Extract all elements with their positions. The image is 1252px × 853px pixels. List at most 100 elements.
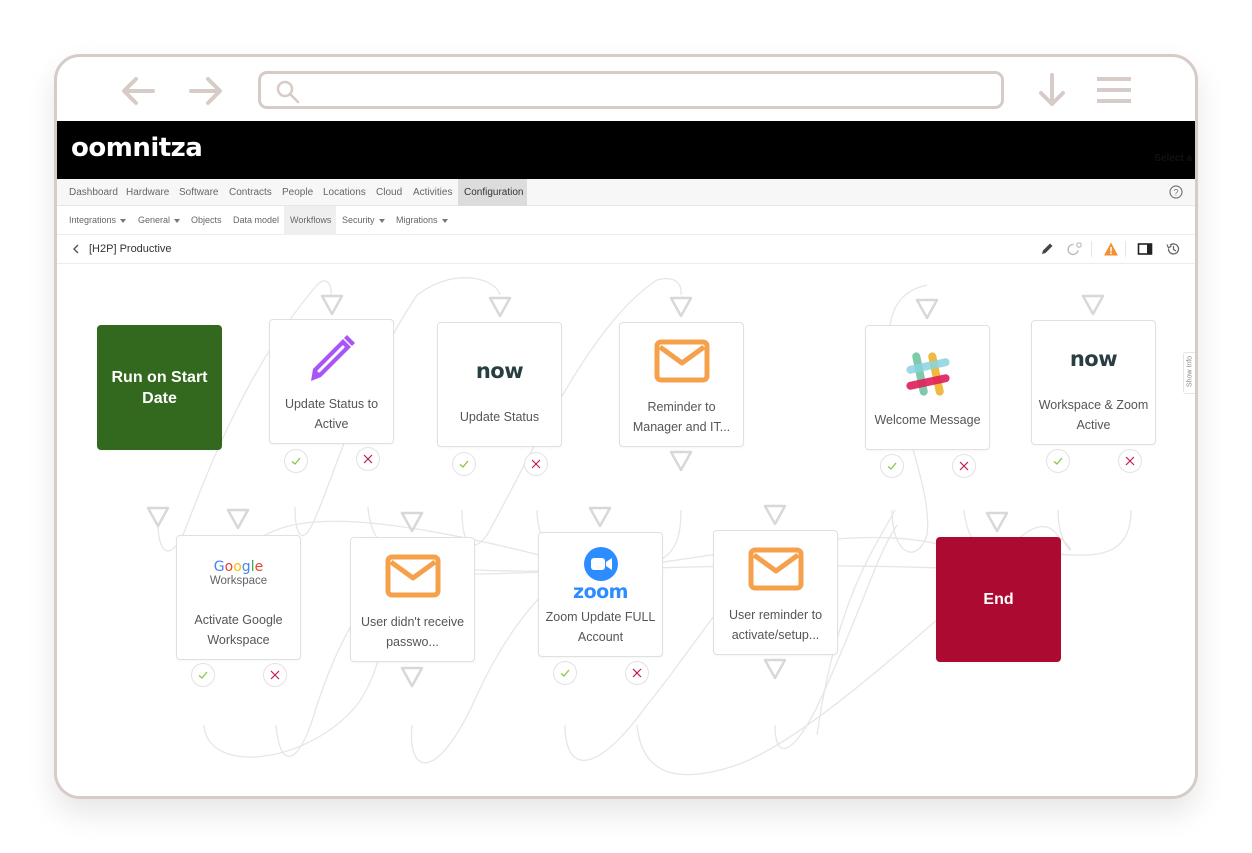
workflow-title: [H2P] Productive <box>89 243 172 255</box>
schedule-icon[interactable] <box>1067 241 1083 257</box>
check-icon <box>459 460 469 468</box>
x-icon <box>531 459 541 469</box>
subnav-integrations[interactable]: Integrations <box>63 206 132 235</box>
output-port[interactable] <box>762 657 788 681</box>
success-port[interactable] <box>452 452 476 476</box>
success-port[interactable] <box>284 449 308 473</box>
nav-dashboard[interactable]: Dashboard <box>63 179 124 206</box>
success-port[interactable] <box>191 663 215 687</box>
caret-down-icon <box>378 218 385 223</box>
check-icon <box>198 671 208 679</box>
hamburger-menu-icon[interactable] <box>1095 75 1133 105</box>
url-input[interactable] <box>311 78 991 102</box>
url-bar[interactable] <box>258 71 1004 109</box>
workflow-node-update-status[interactable]: now Update Status <box>437 322 562 447</box>
main-nav: Dashboard Hardware Software Contracts Pe… <box>57 179 1195 206</box>
nav-contracts[interactable]: Contracts <box>223 179 278 206</box>
input-port[interactable] <box>762 503 788 527</box>
node-label: Activate Google Workspace <box>194 612 283 647</box>
header-select-hint[interactable]: Select a p <box>1154 153 1195 164</box>
workflow-node-update-status-active[interactable]: Update Status to Active <box>269 319 394 444</box>
mail-icon <box>748 541 804 597</box>
nav-cloud[interactable]: Cloud <box>370 179 408 206</box>
workflow-node-activate-google-workspace[interactable]: Google Workspace Activate Google Workspa… <box>176 535 301 660</box>
workflow-titlebar: [H2P] Productive <box>57 235 1195 264</box>
toolbar-divider <box>1091 241 1092 257</box>
failure-port[interactable] <box>356 447 380 471</box>
subnav-objects[interactable]: Objects <box>185 206 228 235</box>
subnav-security[interactable]: Security <box>336 206 391 235</box>
input-port[interactable] <box>668 295 694 319</box>
input-port[interactable] <box>1080 293 1106 317</box>
check-icon <box>887 462 897 470</box>
mail-icon <box>654 333 710 389</box>
workflow-canvas[interactable]: Run on Start Date Update Status to Activ… <box>57 265 1195 796</box>
input-port[interactable] <box>319 293 345 317</box>
show-info-tab[interactable]: Show Info <box>1183 352 1195 394</box>
arrow-down-icon[interactable] <box>1035 71 1069 109</box>
success-port[interactable] <box>880 454 904 478</box>
servicenow-logo-text: now <box>475 358 524 383</box>
subnav-label: Integrations <box>69 215 117 225</box>
nav-hardware[interactable]: Hardware <box>120 179 175 206</box>
workflow-node-welcome-message[interactable]: Welcome Message <box>865 325 990 450</box>
mail-icon <box>385 548 441 604</box>
input-port[interactable] <box>984 510 1010 534</box>
subnav-migrations[interactable]: Migrations <box>390 206 454 235</box>
sub-nav: Integrations General Objects Data model … <box>57 206 1195 235</box>
workflow-node-user-reminder-activate-setup[interactable]: User reminder to activate/setup... <box>713 530 838 655</box>
failure-port[interactable] <box>524 452 548 476</box>
input-port[interactable] <box>914 297 940 321</box>
pencil-icon[interactable] <box>1039 241 1055 257</box>
panel-toggle-icon[interactable] <box>1137 241 1153 257</box>
start-node-label: Run on Start Date <box>111 368 208 407</box>
subnav-label: Migrations <box>396 215 438 225</box>
input-port[interactable] <box>587 505 613 529</box>
servicenow-logo: now <box>1069 331 1118 387</box>
end-node[interactable]: End <box>936 537 1061 662</box>
browser-frame: oomnitza Select a p Dashboard Hardware S… <box>54 54 1198 799</box>
check-icon <box>291 457 301 465</box>
servicenow-logo-text: now <box>1069 346 1118 371</box>
nav-activities[interactable]: Activities <box>407 179 458 206</box>
x-icon <box>363 454 373 464</box>
chevron-left-icon[interactable] <box>69 242 83 256</box>
subnav-general[interactable]: General <box>132 206 186 235</box>
subnav-label: General <box>138 215 171 225</box>
start-node[interactable]: Run on Start Date <box>97 325 222 450</box>
failure-port[interactable] <box>625 661 649 685</box>
failure-port[interactable] <box>263 663 287 687</box>
workflow-node-reminder-manager-it[interactable]: Reminder to Manager and IT... <box>619 322 744 447</box>
oomnitza-logo[interactable]: oomnitza <box>71 133 203 163</box>
question-circle-icon[interactable]: ? <box>1169 185 1183 199</box>
history-icon[interactable] <box>1165 241 1181 257</box>
input-port[interactable] <box>225 507 251 531</box>
arrow-left-icon[interactable] <box>119 73 159 109</box>
nav-locations[interactable]: Locations <box>317 179 372 206</box>
success-port[interactable] <box>553 661 577 685</box>
nav-people[interactable]: People <box>276 179 319 206</box>
slack-logo <box>903 346 953 402</box>
node-label: Welcome Message <box>874 412 981 427</box>
failure-port[interactable] <box>952 454 976 478</box>
input-port[interactable] <box>487 295 513 319</box>
workflow-node-workspace-zoom-active[interactable]: now Workspace & Zoom Active <box>1031 320 1156 445</box>
workflow-node-user-didnt-receive-password[interactable]: User didn't receive passwo... <box>350 537 475 662</box>
nav-software[interactable]: Software <box>173 179 224 206</box>
output-port[interactable] <box>145 505 171 529</box>
nav-configuration[interactable]: Configuration <box>458 179 527 206</box>
pencil-icon <box>303 330 361 386</box>
output-port[interactable] <box>668 449 694 473</box>
arrow-right-icon[interactable] <box>185 73 225 109</box>
google-wordmark: Google <box>213 558 264 575</box>
success-port[interactable] <box>1046 449 1070 473</box>
output-port[interactable] <box>399 665 425 689</box>
subnav-data-model[interactable]: Data model <box>227 206 285 235</box>
workflow-node-zoom-update-full-account[interactable]: zoom Zoom Update FULL Account <box>538 532 663 657</box>
warning-icon[interactable] <box>1103 241 1119 257</box>
failure-port[interactable] <box>1118 449 1142 473</box>
svg-text:?: ? <box>1173 187 1178 197</box>
subnav-workflows[interactable]: Workflows <box>284 206 336 235</box>
input-port[interactable] <box>399 510 425 534</box>
zoom-logo: zoom <box>573 543 628 605</box>
